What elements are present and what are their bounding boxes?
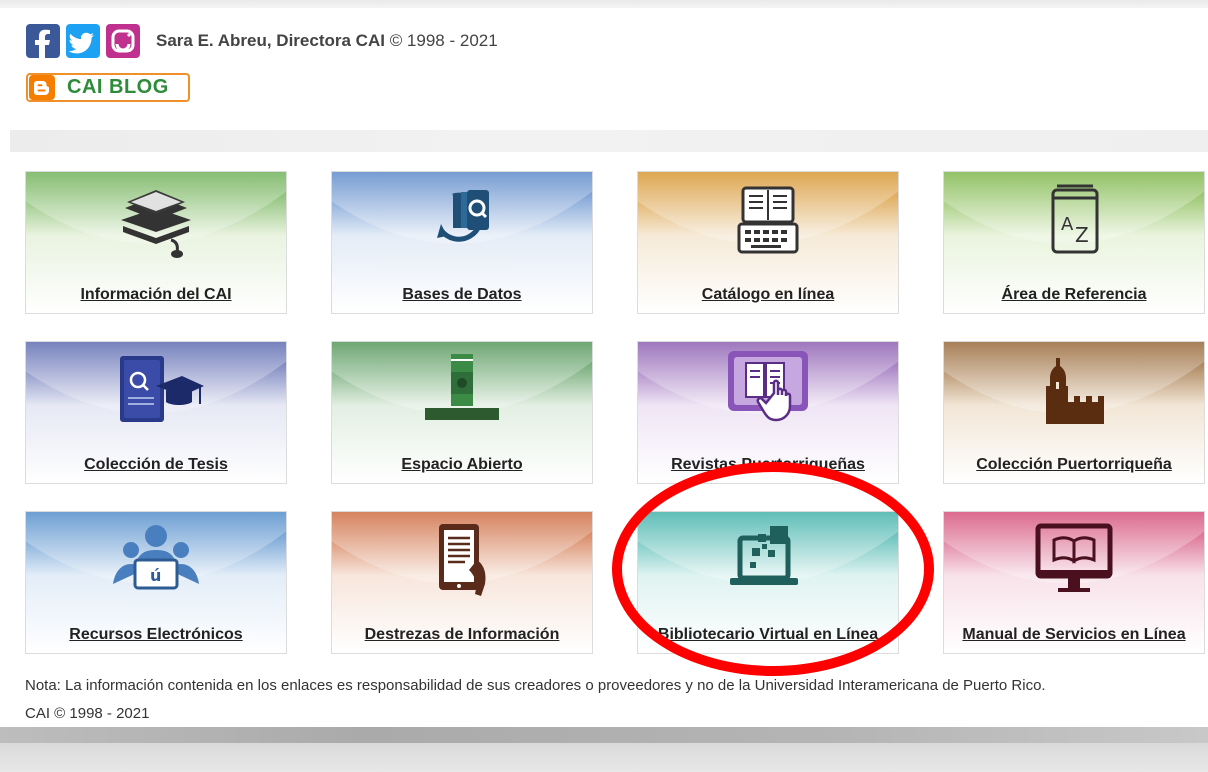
castle-icon	[1046, 358, 1104, 424]
card-informacion-cai[interactable]: Información del CAI	[25, 171, 287, 314]
card-destrezas-informacion[interactable]: Destrezas de Información	[331, 511, 593, 654]
svg-text:A: A	[1061, 214, 1074, 235]
svg-text:Z: Z	[1075, 223, 1089, 247]
page: Sara E. Abreu, Directora CAI © 1998 - 20…	[0, 0, 1208, 772]
social-row: Sara E. Abreu, Directora CAI © 1998 - 20…	[26, 23, 498, 59]
card-label: Información del CAI	[80, 286, 232, 303]
blog-label: CAI BLOG	[67, 76, 169, 98]
magazine-touch-icon	[728, 351, 808, 422]
footer-copyright: CAI © 1998 - 2021	[25, 705, 150, 722]
credit-name: Sara E. Abreu, Directora CAI	[156, 31, 385, 50]
twitter-icon[interactable]	[66, 24, 100, 58]
separator-band	[10, 130, 1208, 152]
card-recursos-electronicos[interactable]: ú Recursos Electrónicos	[25, 511, 287, 654]
bottom-bar	[0, 727, 1208, 743]
card-label: Colección Puertorriqueña	[976, 456, 1172, 473]
thesis-icon	[120, 356, 204, 422]
card-label: Espacio Abierto	[401, 456, 523, 473]
card-manual-servicios[interactable]: Manual de Servicios en Línea	[943, 511, 1205, 654]
svg-text:ú: ú	[150, 566, 161, 585]
card-bibliotecario-virtual[interactable]: Bibliotecario Virtual en Línea	[637, 511, 899, 654]
card-revistas-puertorriquenas[interactable]: Revistas Puertorriqueñas	[637, 341, 899, 484]
card-coleccion-puertorriquena[interactable]: Colección Puertorriqueña	[943, 341, 1205, 484]
card-label: Bases de Datos	[402, 286, 522, 303]
top-strip	[0, 0, 1208, 8]
blogger-icon	[29, 75, 55, 100]
card-label: Manual de Servicios en Línea	[962, 626, 1186, 643]
facebook-icon[interactable]	[26, 24, 60, 58]
instagram-icon[interactable]	[106, 24, 140, 58]
card-catalogo-linea[interactable]: Catálogo en línea	[637, 171, 899, 314]
credit-text: Sara E. Abreu, Directora CAI © 1998 - 20…	[156, 31, 498, 51]
card-label: Colección de Tesis	[84, 456, 228, 473]
books-icon	[121, 190, 191, 258]
card-label: Recursos Electrónicos	[69, 626, 243, 643]
card-espacio-abierto[interactable]: Espacio Abierto	[331, 341, 593, 484]
card-label: Destrezas de Información	[364, 626, 560, 643]
virtual-librarian-icon	[730, 526, 798, 585]
database-search-icon	[437, 190, 489, 242]
catalog-icon	[737, 186, 799, 254]
card-area-referencia[interactable]: A Z Área de Referencia	[943, 171, 1205, 314]
bottom-bar-lower	[0, 743, 1208, 772]
open-space-icon	[425, 354, 499, 420]
card-coleccion-tesis[interactable]: Colección de Tesis	[25, 341, 287, 484]
card-label: Bibliotecario Virtual en Línea	[657, 626, 879, 643]
monitor-book-icon	[1035, 523, 1113, 592]
laptop-people-icon: ú	[113, 525, 199, 590]
card-bases-datos[interactable]: Bases de Datos	[331, 171, 593, 314]
card-label: Área de Referencia	[1001, 286, 1147, 303]
dictionary-icon: A Z	[1051, 184, 1099, 254]
footer-note: Nota: La información contenida en los en…	[25, 677, 1046, 694]
cai-blog-button[interactable]: CAI BLOG	[26, 73, 190, 102]
credit-year: © 1998 - 2021	[389, 31, 498, 50]
card-label: Catálogo en línea	[701, 286, 835, 303]
tablet-hand-icon	[439, 524, 486, 596]
card-label: Revistas Puertorriqueñas	[671, 456, 865, 473]
